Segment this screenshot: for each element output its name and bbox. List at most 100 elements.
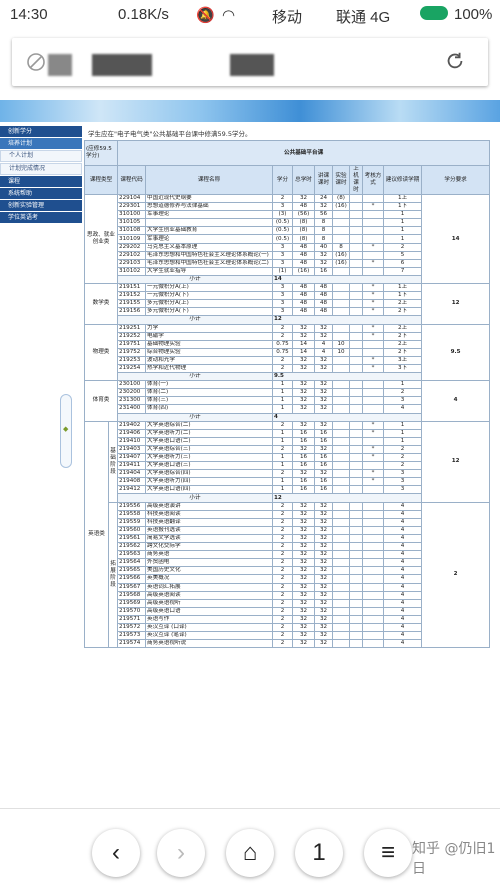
course-code: 219569 [117,598,147,608]
course-lecture-hours: 56 [314,210,334,220]
course-exam-mark: * [362,363,385,374]
course-name: 综合物理实验 [145,347,274,357]
nav-item-innovation-lab[interactable]: 创新实验管理 [0,200,82,211]
course-lecture-hours: 32 [314,582,334,592]
course-lecture-hours: 32 [314,404,334,414]
table-row: 数学类 219151 一元微积分A(上) 3 48 48 * 1上 12 [83,283,491,325]
course-credits: 2 [272,420,294,430]
back-button[interactable]: ‹ [92,829,140,877]
course-exam-mark [362,234,385,244]
course-name: 大学英语口语(三) [145,461,274,471]
course-semester: 1下 [383,202,423,212]
course-semester: 1 [383,380,423,390]
forward-button[interactable]: › [157,829,205,877]
nav-item-personal-plan[interactable]: 个人计划 [0,150,82,162]
course-exam-mark: * [362,477,385,487]
col-header-name: 课程名称 [145,165,274,195]
course-lecture-hours: 32 [314,590,334,600]
course-credits: 2 [272,574,294,584]
course-exam-mark [362,631,385,641]
course-exam-mark [362,542,385,552]
course-name: 高级英语演讲 [145,501,274,511]
course-lecture-hours: 32 [314,533,334,544]
course-total-hours: (16) [292,266,316,276]
course-credits: (1) [272,266,294,276]
course-lecture-hours: 16 [314,428,334,438]
course-lab-hours [332,283,351,293]
course-exam-mark [362,598,385,608]
course-lab-hours [332,444,351,455]
nav-item-innovation-credits[interactable]: 创新学分 [0,126,82,137]
course-exam-mark [362,566,385,576]
course-code: 231400 [117,404,147,414]
course-total-hours: 32 [292,622,316,633]
course-total-hours: 48 [292,299,316,309]
course-total-hours: 32 [292,355,316,365]
course-total-hours: (56) [292,210,316,220]
course-exam-mark [362,396,385,406]
course-credits: 3 [272,242,294,252]
course-lab-hours [332,517,351,527]
course-lecture-hours: 32 [314,558,334,568]
course-credits: 2 [272,501,294,511]
course-lecture-hours: 32 [314,420,334,430]
nav-item-training-plan[interactable]: 培养计划 [0,138,82,149]
course-credits: 2 [272,582,294,592]
course-lecture-hours: 32 [314,509,334,519]
course-lab-hours [332,266,351,276]
course-total-hours: (8) [292,218,316,228]
blurred-url-part [230,54,274,76]
table-row: 思政、就业创业类 229104 中国近现代史纲要 2 32 24 (8) 1上 14 [83,193,491,285]
course-lecture-hours: 4 [314,339,334,349]
course-lecture-hours: 16 [314,266,334,276]
credit-requirement: 12 [421,283,491,325]
battery-icon [420,6,448,20]
nav-item-degree-english[interactable]: 学位英语考 [0,212,82,223]
course-credits: 2 [272,363,294,374]
course-semester: 4 [383,631,423,641]
course-name: 大学英语综合(四) [145,469,274,479]
course-credits: 1 [272,388,294,398]
course-semester: 3上 [383,355,423,365]
course-exam-mark [362,501,385,511]
course-computer-hours [349,380,364,390]
course-lecture-hours: 32 [314,542,334,552]
course-table-container: (应修59.5学分) 公共基础平台课 课程类型 课程代码 课程名称 学分 总学时… [83,140,491,649]
reload-icon[interactable] [444,50,466,72]
col-header-lecture: 讲课课时 [314,165,334,195]
course-lecture-hours: 4 [314,347,334,357]
col-header-requirement: 学分要求 [421,165,491,195]
nav-item-courses[interactable]: 课程 [0,176,82,187]
side-scroll-handle[interactable]: ◆ [60,394,72,468]
course-lab-hours [332,291,351,301]
course-credits: 1 [272,477,294,487]
course-code: 219253 [117,355,147,365]
course-name: 英语写作 [145,614,274,624]
course-computer-hours [349,250,364,260]
course-semester: 1上 [383,283,423,293]
col-header-lab: 实验课时 [332,165,351,195]
course-total-hours: 32 [292,566,316,576]
course-exam-mark [362,266,385,276]
course-name: 大学生就业指导 [145,266,274,276]
col-header-computer: 上机课时 [349,165,364,195]
course-exam-mark [362,485,385,495]
home-button[interactable]: ⌂ [226,829,274,877]
course-credits: 1 [272,436,294,446]
course-lab-hours [332,331,351,341]
course-type-cell: 体育类 [83,380,119,422]
nav-item-plan-completion[interactable]: 计划完成情况 [0,163,82,175]
course-total-hours: 32 [292,509,316,519]
course-semester: 2 [383,461,423,471]
address-bar[interactable] [12,38,488,86]
course-exam-mark [362,639,385,649]
course-semester: 1 [383,234,423,244]
course-exam-mark [362,226,385,236]
tabs-button[interactable]: 1 [295,829,343,877]
course-total-hours: 32 [292,558,316,568]
course-exam-mark: * [362,452,385,463]
menu-button[interactable]: ≡ [364,829,412,877]
nav-item-help[interactable]: 系统帮助 [0,188,82,199]
col-header-hours: 总学时 [292,165,316,195]
course-exam-mark [362,218,385,228]
